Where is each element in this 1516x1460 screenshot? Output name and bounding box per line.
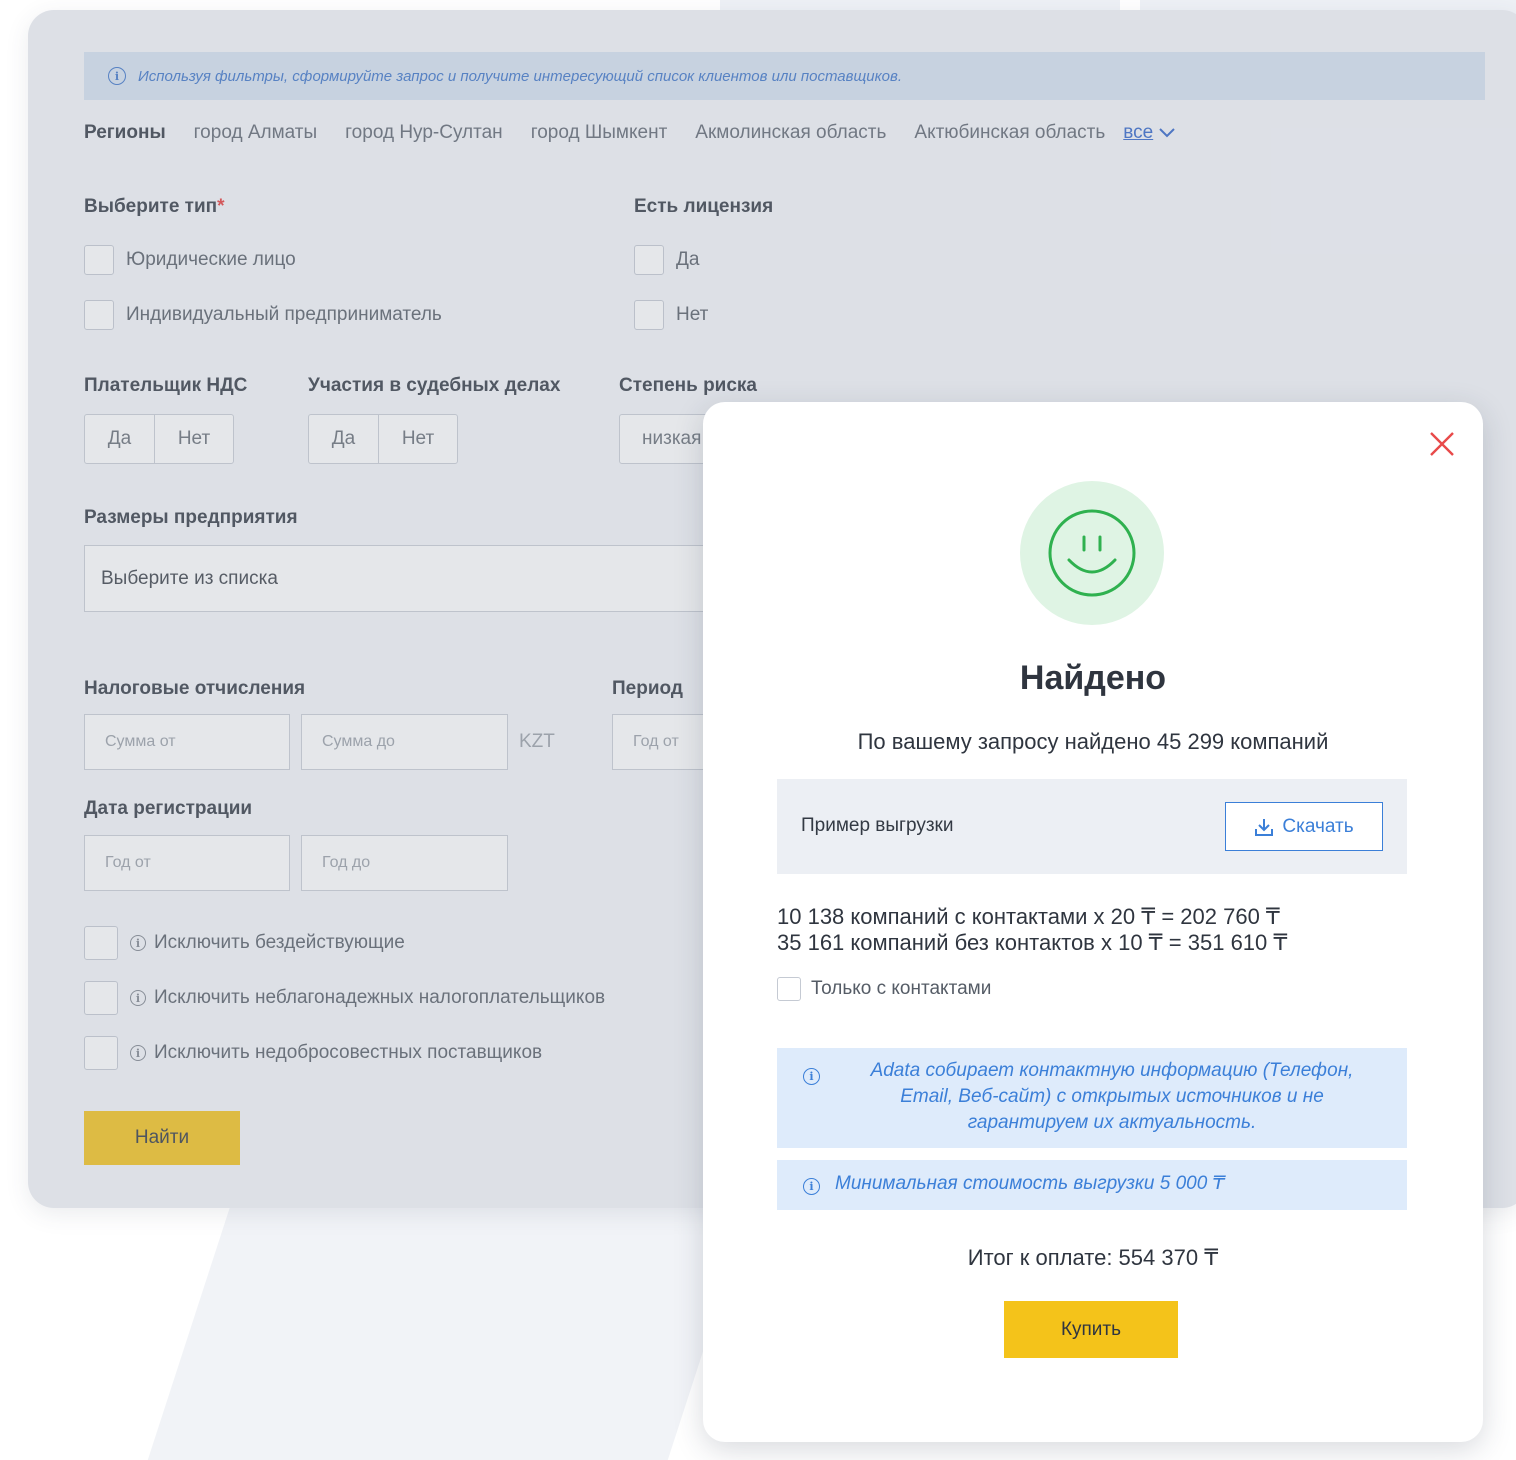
checkbox-label: Только с контактами bbox=[811, 978, 992, 999]
buy-button[interactable]: Купить bbox=[1004, 1301, 1178, 1358]
checkbox[interactable] bbox=[777, 977, 801, 1001]
type-option-legal[interactable]: Юридические лицо bbox=[84, 245, 296, 275]
period-label: Период bbox=[612, 678, 683, 699]
chevron-down-icon[interactable] bbox=[1159, 125, 1175, 142]
exclude-dishonest-suppliers[interactable]: i Исключить недобросовестных поставщиков bbox=[84, 1036, 542, 1070]
vat-yes-option[interactable]: Да bbox=[85, 415, 154, 463]
region-item[interactable]: город Нур-Султан bbox=[345, 122, 503, 144]
size-label: Размеры предприятия bbox=[84, 507, 298, 528]
regions-all-link[interactable]: все bbox=[1123, 122, 1153, 144]
court-toggle: Да Нет bbox=[308, 414, 458, 464]
results-modal: Найдено По вашему запросу найдено 45 299… bbox=[703, 402, 1483, 1442]
tax-to-input[interactable]: Сумма до bbox=[301, 714, 508, 770]
success-badge bbox=[1020, 481, 1164, 625]
license-label: Есть лицензия bbox=[634, 196, 774, 217]
required-mark: * bbox=[217, 196, 225, 217]
vat-toggle: Да Нет bbox=[84, 414, 234, 464]
reg-date-from-input[interactable]: Год от bbox=[84, 835, 290, 891]
reg-date-label: Дата регистрации bbox=[84, 798, 253, 819]
contacts-disclaimer: i Adata собирает контактную информацию (… bbox=[777, 1048, 1407, 1148]
find-button[interactable]: Найти bbox=[84, 1111, 240, 1165]
download-icon bbox=[1255, 818, 1274, 836]
input-placeholder: Год от bbox=[105, 854, 151, 871]
info-icon[interactable]: i bbox=[130, 990, 146, 1006]
download-button[interactable]: Скачать bbox=[1225, 802, 1383, 851]
contacts-disclaimer-text: Adata собирает контактную информацию (Те… bbox=[870, 1060, 1354, 1133]
tax-label: Налоговые отчисления bbox=[84, 678, 306, 699]
checkbox[interactable] bbox=[84, 981, 118, 1015]
price-line-with-contacts: 10 138 компаний с контактами x 20 ₸ = 20… bbox=[777, 904, 1280, 929]
checkbox-label: Индивидуальный предприниматель bbox=[126, 304, 442, 325]
vat-no-option[interactable]: Нет bbox=[154, 415, 233, 463]
vat-label: Плательщик НДС bbox=[84, 375, 248, 396]
price-line-without-contacts: 35 161 компаний без контактов x 10 ₸ = 3… bbox=[777, 930, 1288, 955]
court-no-option[interactable]: Нет bbox=[378, 415, 457, 463]
checkbox[interactable] bbox=[84, 1036, 118, 1070]
info-icon: i bbox=[108, 67, 126, 85]
only-contacts-option[interactable]: Только с контактами bbox=[777, 977, 991, 1001]
smile-icon bbox=[1048, 509, 1136, 597]
reg-date-to-input[interactable]: Год до bbox=[301, 835, 508, 891]
license-option-no[interactable]: Нет bbox=[634, 300, 708, 330]
checkbox-label: Юридические лицо bbox=[126, 249, 296, 270]
checkbox-label: Исключить недобросовестных поставщиков bbox=[154, 1042, 543, 1063]
info-icon: i bbox=[803, 1178, 820, 1195]
license-option-yes[interactable]: Да bbox=[634, 245, 699, 275]
checkbox-label: Исключить неблагонадежных налогоплательщ… bbox=[154, 987, 606, 1008]
regions-row: Регионы город Алматы город Нур-Султан го… bbox=[84, 122, 1175, 144]
size-select-placeholder: Выберите из списка bbox=[101, 567, 278, 589]
info-icon[interactable]: i bbox=[130, 935, 146, 951]
modal-subtitle: По вашему запросу найдено 45 299 компани… bbox=[857, 729, 1329, 754]
info-banner: i Используя фильтры, сформируйте запрос … bbox=[84, 52, 1485, 100]
checkbox[interactable] bbox=[634, 245, 664, 275]
region-item[interactable]: Актюбинская область bbox=[914, 122, 1105, 144]
total-amount: Итог к оплате: 554 370 ₸ bbox=[967, 1245, 1219, 1270]
type-label-text: Выберите тип bbox=[84, 196, 218, 217]
close-icon[interactable] bbox=[1428, 430, 1456, 458]
checkbox[interactable] bbox=[84, 300, 114, 330]
info-icon[interactable]: i bbox=[130, 1045, 146, 1061]
checkbox[interactable] bbox=[634, 300, 664, 330]
checkbox-label: Да bbox=[676, 249, 700, 270]
sample-export-box: Пример выгрузки Скачать bbox=[777, 779, 1407, 874]
info-icon: i bbox=[803, 1068, 820, 1085]
court-label: Участия в судебных делах bbox=[308, 375, 561, 396]
download-button-label: Скачать bbox=[1282, 815, 1354, 837]
checkbox-label: Исключить бездействующие bbox=[154, 932, 405, 953]
min-cost-note-text: Минимальная стоимость выгрузки 5 000 ₸ bbox=[835, 1173, 1225, 1194]
risk-label: Степень риска bbox=[619, 375, 758, 396]
input-placeholder: Год до bbox=[322, 854, 371, 871]
size-select[interactable]: Выберите из списка bbox=[84, 545, 784, 612]
exclude-inactive[interactable]: i Исключить бездействующие bbox=[84, 926, 405, 960]
checkbox-label: Нет bbox=[676, 304, 709, 325]
background-shape bbox=[147, 1200, 753, 1460]
input-placeholder: Сумма до bbox=[322, 733, 395, 750]
region-item[interactable]: город Шымкент bbox=[531, 122, 668, 144]
input-placeholder: Год от bbox=[633, 733, 679, 750]
tax-from-input[interactable]: Сумма от bbox=[84, 714, 290, 770]
exclude-unreliable-taxpayers[interactable]: i Исключить неблагонадежных налогоплател… bbox=[84, 981, 605, 1015]
checkbox[interactable] bbox=[84, 245, 114, 275]
currency-label: KZT bbox=[519, 731, 555, 752]
input-placeholder: Сумма от bbox=[105, 733, 176, 750]
type-option-individual[interactable]: Индивидуальный предприниматель bbox=[84, 300, 442, 330]
info-banner-text: Используя фильтры, сформируйте запрос и … bbox=[138, 67, 903, 85]
region-item[interactable]: город Алматы bbox=[194, 122, 318, 144]
type-label: Выберите тип* bbox=[84, 196, 225, 218]
region-item[interactable]: Акмолинская область bbox=[695, 122, 886, 144]
regions-label: Регионы bbox=[84, 122, 166, 143]
min-cost-note: i Минимальная стоимость выгрузки 5 000 ₸ bbox=[777, 1160, 1407, 1210]
checkbox[interactable] bbox=[84, 926, 118, 960]
court-yes-option[interactable]: Да bbox=[309, 415, 378, 463]
modal-title: Найдено bbox=[1019, 659, 1167, 697]
sample-export-label: Пример выгрузки bbox=[801, 815, 954, 836]
